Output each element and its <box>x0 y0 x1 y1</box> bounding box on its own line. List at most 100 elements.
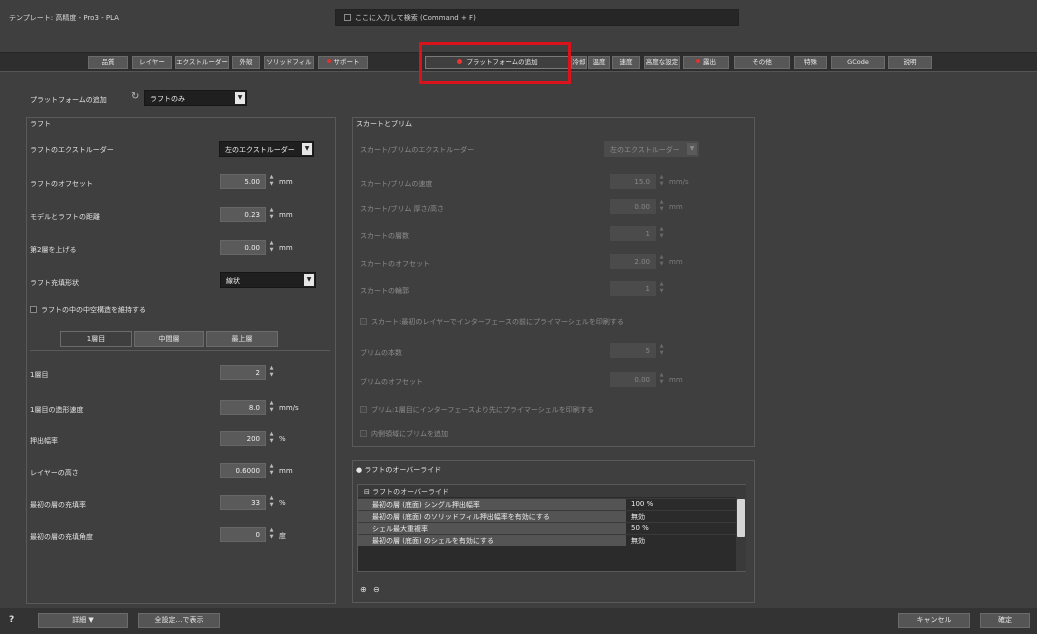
tab-11[interactable]: 露出 <box>683 56 729 69</box>
chevron-down-icon: ▼ <box>235 92 245 104</box>
tab-2[interactable]: エクストルーダー <box>175 56 229 69</box>
brim-inner-checkbox[interactable]: 内側領域にブリムを追加 <box>360 429 448 439</box>
raft-separation-input[interactable]: 0.23 <box>220 207 266 222</box>
brim-primer-checkbox[interactable]: ブリム:1層目にインターフェースより先にプライマーシェルを印刷する <box>360 405 594 415</box>
table-row[interactable]: 最初の層 (底面) シングル押出幅率 100 % <box>358 498 736 510</box>
layer1-input[interactable]: 2 <box>220 365 266 380</box>
table-row[interactable]: シェル最大重複率 50 % <box>358 522 736 534</box>
brim-offset-stepper[interactable]: ▲ ▼ <box>658 372 665 387</box>
mode-value: 詳細 <box>72 616 87 624</box>
tab-4[interactable]: ソリッドフィル <box>264 56 314 69</box>
reset-icon[interactable]: ↻ <box>131 91 139 102</box>
cancel-button[interactable]: キャンセル <box>898 613 970 628</box>
raft-separation-unit: mm <box>279 211 293 219</box>
skirt-height-stepper[interactable]: ▲ ▼ <box>658 199 665 214</box>
mode-dropdown[interactable]: 詳細 ▼ <box>38 613 128 628</box>
skirt-layers-input[interactable]: 1 <box>610 226 656 241</box>
table-row[interactable]: 最初の層 (底面) のシェルを有効にする 無効 <box>358 534 736 546</box>
tab-1[interactable]: レイヤー <box>132 56 172 69</box>
skirt-outlines-label: スカートの輪郭 <box>360 287 409 295</box>
skirt-outlines-input[interactable]: 1 <box>610 281 656 296</box>
layer-height-input[interactable]: 0.6000 <box>220 463 266 478</box>
raft-offset-input[interactable]: 5.00 <box>220 174 266 189</box>
raft-offset-stepper[interactable]: ▲ ▼ <box>268 174 275 189</box>
override-table-header[interactable]: ⊟ ラフトのオーバーライド <box>358 485 736 497</box>
raft-extruder-label: ラフトのエクストルーダー <box>30 146 114 154</box>
checkbox[interactable] <box>360 318 367 325</box>
vertical-scrollbar[interactable] <box>736 485 746 571</box>
skirt-offset-input[interactable]: 2.00 <box>610 254 656 269</box>
raft-offset-label: ラフトのオフセット <box>30 180 93 188</box>
dialog: テンプレート: 高精度 - Pro3 - PLA ここに入力して検索 (Comm… <box>0 0 1037 634</box>
subtab-layer1[interactable]: 1層目 <box>60 331 132 347</box>
row-value[interactable]: 50 % <box>627 523 736 534</box>
raft-separation-stepper[interactable]: ▲ ▼ <box>268 207 275 222</box>
subtab-middle[interactable]: 中間層 <box>134 331 204 347</box>
skirt-primer-checkbox[interactable]: スカート:最初のレイヤーでインターフェースの前にプライマーシェルを印刷する <box>360 317 624 327</box>
row-value[interactable]: 無効 <box>627 535 736 546</box>
add-override-button[interactable]: ⊕ <box>360 585 367 594</box>
platform-dropdown[interactable]: ラフトのみ ▼ <box>144 90 247 106</box>
tab-9[interactable]: 速度 <box>612 56 640 69</box>
subtab-top[interactable]: 最上層 <box>206 331 278 347</box>
remove-override-button[interactable]: ⊖ <box>373 585 380 594</box>
row-value[interactable]: 無効 <box>627 511 736 522</box>
layer-height-stepper[interactable]: ▲ ▼ <box>268 463 275 478</box>
raft-raise-label: 第2層を上げる <box>30 246 77 254</box>
infill-angle-input[interactable]: 0 <box>220 527 266 542</box>
checkbox[interactable] <box>360 430 367 437</box>
tab-7[interactable]: 冷却 <box>571 56 587 69</box>
help-button[interactable]: ? <box>9 615 14 625</box>
infill-pct-stepper[interactable]: ▲ ▼ <box>268 495 275 510</box>
extrusion-stepper[interactable]: ▲ ▼ <box>268 431 275 446</box>
tab-0[interactable]: 品質 <box>88 56 128 69</box>
tab-14[interactable]: GCode <box>831 56 885 69</box>
brim-width-input[interactable]: 5 <box>610 343 656 358</box>
raft-extruder-dropdown[interactable]: 左のエクストルーダー ▼ <box>219 141 314 157</box>
layer1-stepper[interactable]: ▲ ▼ <box>268 365 275 380</box>
chevron-down-icon: ▼ <box>88 616 94 624</box>
skirt-height-unit: mm <box>669 203 683 211</box>
table-row[interactable]: 最初の層 (底面) のソリッドフィル押出幅率を有効にする 無効 <box>358 510 736 522</box>
tab-15[interactable]: 説明 <box>888 56 932 69</box>
layer1-speed-stepper[interactable]: ▲ ▼ <box>268 400 275 415</box>
raft-infill-dropdown[interactable]: 線状 ▼ <box>220 272 316 288</box>
tab-8[interactable]: 温度 <box>588 56 610 69</box>
chevron-down-icon: ▼ <box>304 274 314 286</box>
ok-button[interactable]: 確定 <box>980 613 1030 628</box>
raft-raise-stepper[interactable]: ▲ ▼ <box>268 240 275 255</box>
layer1-speed-input[interactable]: 8.0 <box>220 400 266 415</box>
scrollbar-thumb[interactable] <box>737 499 745 537</box>
row-key: 最初の層 (底面) のシェルを有効にする <box>358 535 626 546</box>
skirt-speed-stepper[interactable]: ▲ ▼ <box>658 174 665 189</box>
skirt-height-input[interactable]: 0.00 <box>610 199 656 214</box>
checkbox[interactable] <box>30 306 37 313</box>
raft-extruder-value: 左のエクストルーダー <box>225 146 295 154</box>
tab-10[interactable]: 高度な設定 <box>644 56 680 69</box>
brim-width-stepper[interactable]: ▲ ▼ <box>658 343 665 358</box>
chevron-down-icon: ▼ <box>302 143 312 155</box>
raft-hollow-label: ラフトの中の中空構造を維持する <box>41 306 146 314</box>
raft-hollow-checkbox[interactable]: ラフトの中の中空構造を維持する <box>30 305 146 315</box>
skirt-speed-input[interactable]: 15.0 <box>610 174 656 189</box>
skirt-extruder-dropdown[interactable]: 左のエクストルーダー ▼ <box>604 141 699 157</box>
override-group-title: ● ラフトのオーバーライド <box>356 465 441 475</box>
skirt-outlines-stepper[interactable]: ▲ ▼ <box>658 281 665 296</box>
tab-13[interactable]: 特殊 <box>794 56 827 69</box>
tab-12[interactable]: その他 <box>734 56 790 69</box>
brim-offset-input[interactable]: 0.00 <box>610 372 656 387</box>
skirt-offset-stepper[interactable]: ▲ ▼ <box>658 254 665 269</box>
tab-5[interactable]: サポート <box>318 56 368 69</box>
raft-raise-input[interactable]: 0.00 <box>220 240 266 255</box>
raft-raise-unit: mm <box>279 244 293 252</box>
search-placeholder: ここに入力して検索 (Command + F) <box>355 14 476 22</box>
search-input[interactable]: ここに入力して検索 (Command + F) <box>335 9 739 26</box>
show-all-button[interactable]: 全設定…で表示 <box>138 613 220 628</box>
row-value[interactable]: 100 % <box>627 499 736 510</box>
skirt-layers-stepper[interactable]: ▲ ▼ <box>658 226 665 241</box>
infill-angle-stepper[interactable]: ▲ ▼ <box>268 527 275 542</box>
infill-pct-input[interactable]: 33 <box>220 495 266 510</box>
extrusion-input[interactable]: 200 <box>220 431 266 446</box>
tab-3[interactable]: 外殻 <box>232 56 260 69</box>
checkbox[interactable] <box>360 406 367 413</box>
